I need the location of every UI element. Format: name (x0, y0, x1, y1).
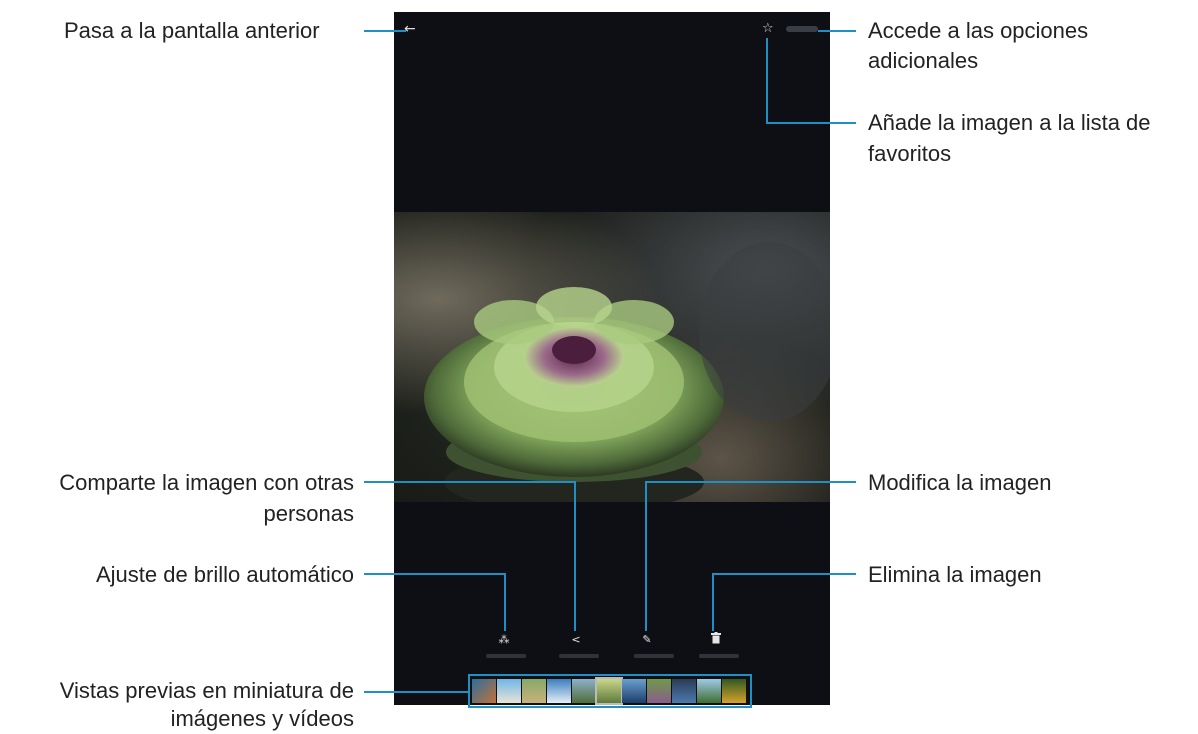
callout-more-options-line1: Accede a las opciones (868, 18, 1089, 43)
callout-delete: Elimina la imagen (868, 562, 1042, 587)
delete-label (699, 654, 739, 658)
bottom-toolbar: ⁂ < ✎ (394, 632, 830, 672)
callout-line-back (364, 30, 406, 32)
callout-line-thumbs (364, 691, 468, 693)
callout-line-delete-v (712, 573, 714, 631)
callout-line-share-h (364, 481, 576, 483)
photo-view[interactable] (394, 212, 830, 502)
favorite-star-icon[interactable]: ☆ (762, 20, 774, 38)
auto-adjust-icon[interactable]: ⁂ (494, 632, 514, 648)
callout-line-more (818, 30, 856, 32)
callout-line-auto-v (504, 573, 506, 631)
callout-line-auto-h (364, 573, 506, 575)
callout-edit: Modifica la imagen (868, 470, 1052, 495)
top-bar: ← ☆ (394, 12, 830, 52)
callout-line-star-h (766, 122, 856, 124)
callout-thumbnails-line2: imágenes y vídeos (170, 706, 354, 731)
edit-label (634, 654, 674, 658)
callout-back: Pasa a la pantalla anterior (64, 18, 320, 43)
delete-trash-icon[interactable] (706, 632, 726, 648)
callout-favorites-line1: Añade la imagen a la lista de (868, 110, 1151, 135)
auto-adjust-label (486, 654, 526, 658)
gallery-screen: ← ☆ ⁂ < ✎ (394, 12, 830, 705)
callout-line-star-v (766, 38, 768, 124)
callout-more-options-line2: adicionales (868, 48, 979, 73)
callout-line-delete-h (712, 573, 856, 575)
callout-box-thumbs (468, 674, 752, 708)
edit-pencil-icon[interactable]: ✎ (637, 632, 657, 648)
callout-share-line1: Comparte la imagen con otras (59, 470, 354, 495)
callout-favorites-line2: favoritos (868, 141, 952, 166)
callout-line-edit-h (645, 481, 856, 483)
share-icon[interactable]: < (566, 632, 586, 648)
callout-share-line2: personas (263, 501, 354, 526)
more-options-button[interactable] (786, 26, 818, 32)
callout-line-share-v (574, 481, 576, 631)
share-label (559, 654, 599, 658)
ornamental-cabbage-image (424, 242, 830, 502)
callout-auto-brightness: Ajuste de brillo automático (95, 562, 354, 587)
callout-thumbnails-line1: Vistas previas en miniatura de (59, 678, 354, 703)
callout-line-edit-v (645, 481, 647, 631)
back-arrow-icon[interactable]: ← (404, 20, 416, 38)
